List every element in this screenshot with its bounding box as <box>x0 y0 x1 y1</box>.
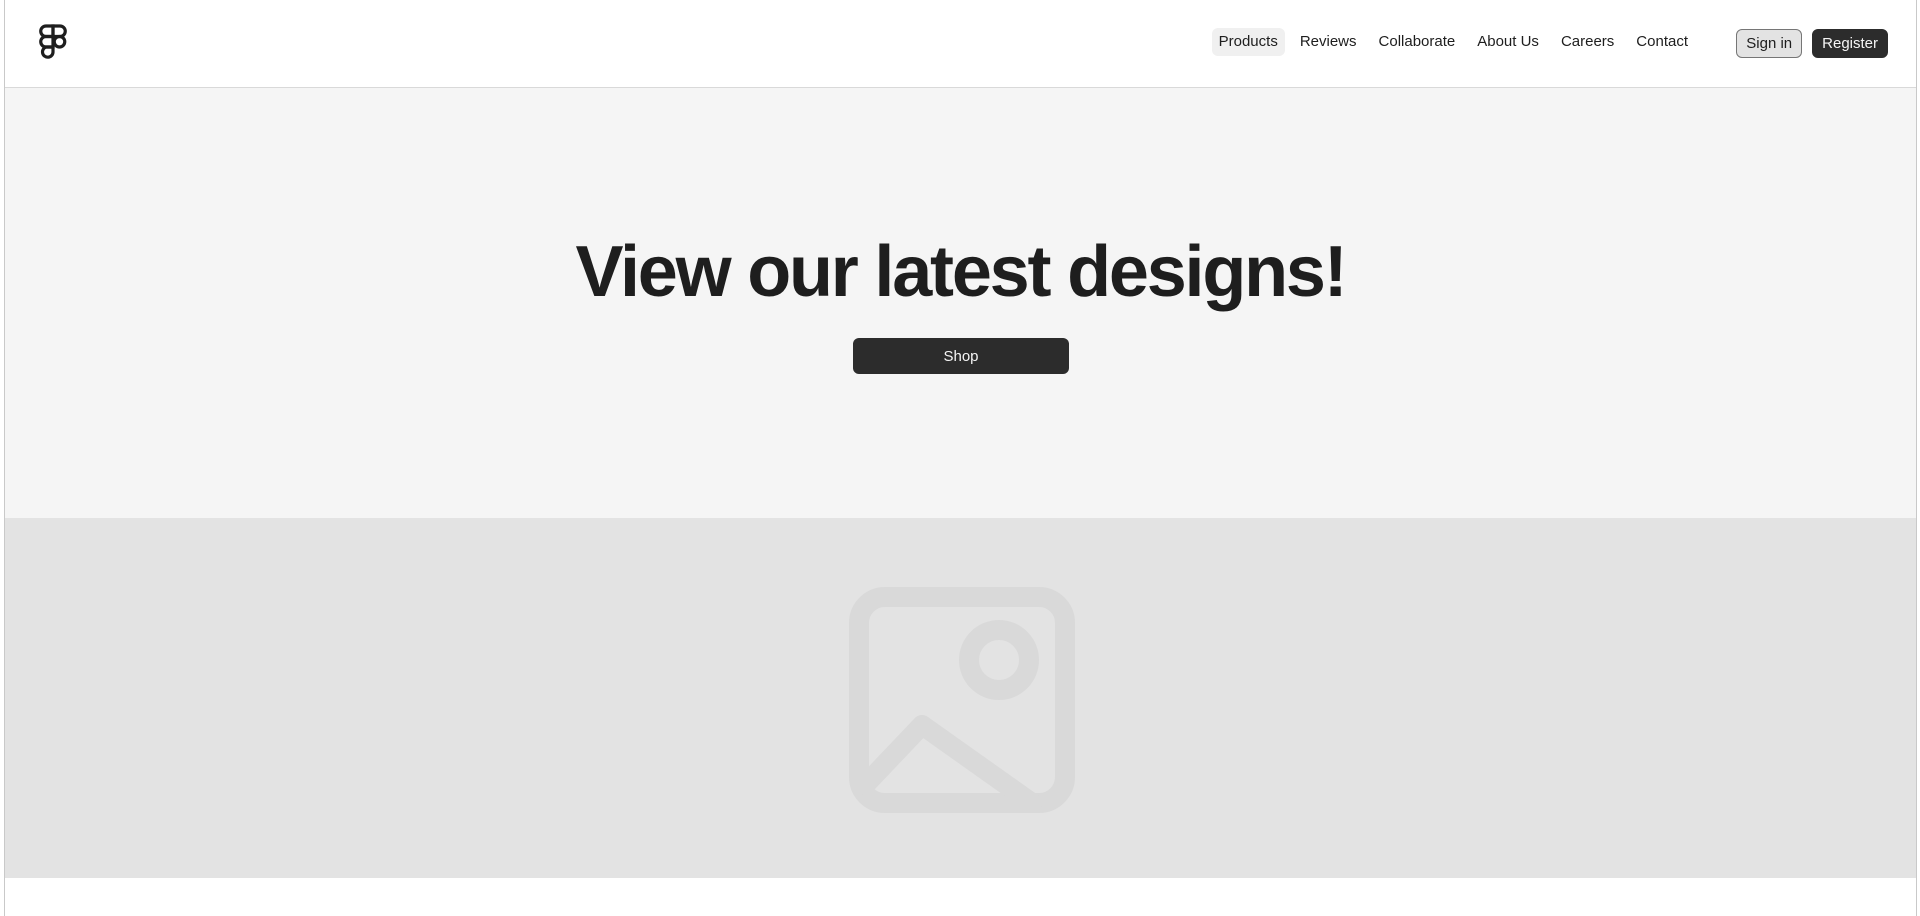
main-nav: Products Reviews Collaborate About Us Ca… <box>1211 28 1695 56</box>
register-button[interactable]: Register <box>1812 29 1888 58</box>
nav-link-contact[interactable]: Contact <box>1629 28 1695 56</box>
nav-link-collaborate[interactable]: Collaborate <box>1372 28 1463 56</box>
nav-link-about-us[interactable]: About Us <box>1470 28 1546 56</box>
shop-button[interactable]: Shop <box>853 338 1069 374</box>
page: Products Reviews Collaborate About Us Ca… <box>4 0 1917 916</box>
nav-link-reviews[interactable]: Reviews <box>1293 28 1364 56</box>
nav-link-careers[interactable]: Careers <box>1554 28 1621 56</box>
sign-in-button[interactable]: Sign in <box>1736 29 1803 58</box>
figma-logo-icon[interactable] <box>38 24 68 62</box>
image-placeholder-section <box>5 518 1916 878</box>
hero-section: View our latest designs! Shop <box>5 88 1916 518</box>
site-header: Products Reviews Collaborate About Us Ca… <box>5 0 1916 88</box>
nav-link-products[interactable]: Products <box>1211 28 1285 56</box>
image-placeholder-icon <box>849 587 1075 813</box>
hero-title: View our latest designs! <box>575 232 1347 312</box>
auth-buttons: Sign in Register <box>1736 29 1888 58</box>
